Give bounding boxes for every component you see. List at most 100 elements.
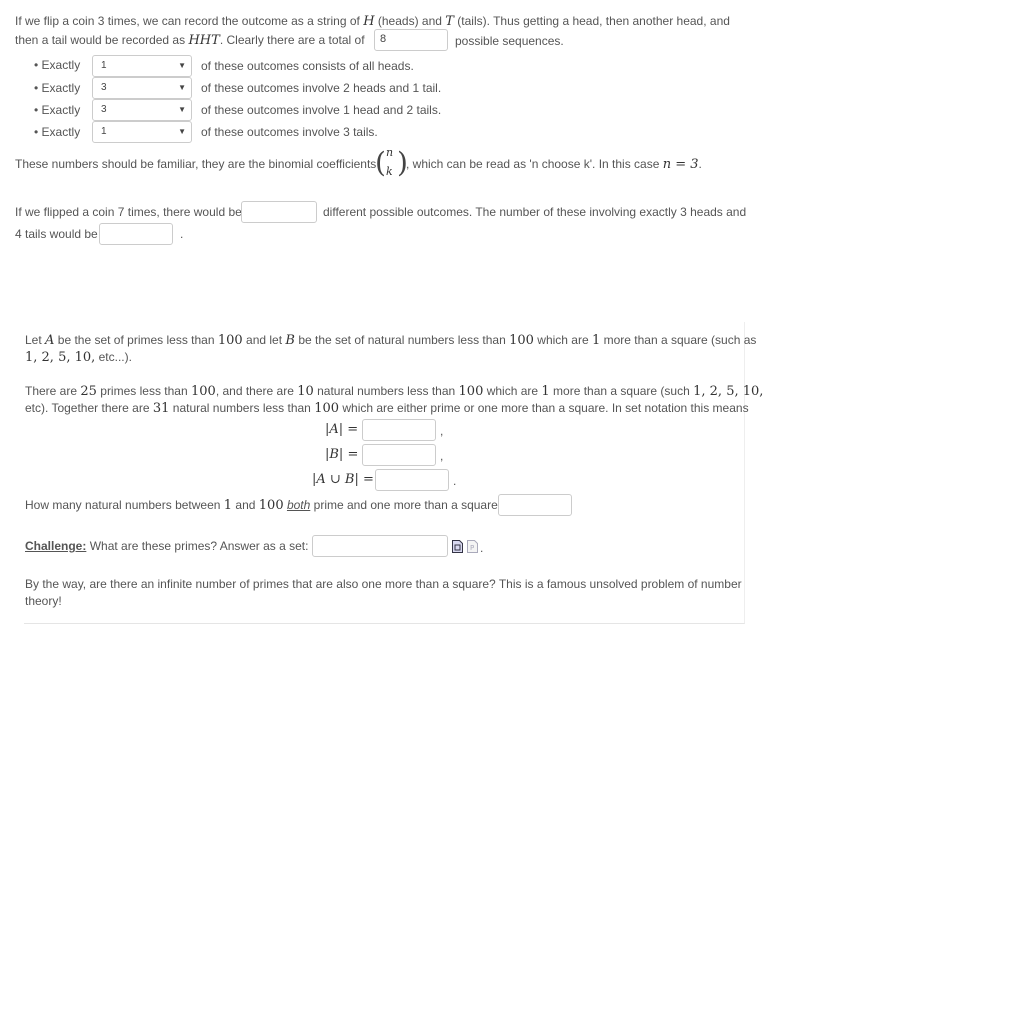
text: . (480, 541, 484, 555)
math-1: 1 (223, 498, 233, 513)
text: If we flipped a coin 7 times, there woul… (15, 205, 242, 219)
text: If we flip a coin 3 times, we can record… (15, 14, 360, 28)
three-heads-input[interactable] (99, 223, 173, 245)
math-10: 10 (297, 384, 314, 399)
text: These numbers should be familiar, they a… (15, 157, 377, 171)
both-question: How many natural numbers between 1 and 1… (25, 498, 504, 513)
math-B: B (285, 333, 295, 348)
text: (tails). Thus getting a head, then anoth… (457, 14, 730, 28)
text: of these outcomes involve 3 tails. (201, 125, 378, 139)
math-k: k (386, 165, 393, 178)
math-1: 1 (541, 384, 550, 399)
text: Let (25, 333, 42, 347)
intro-line-2: then a tail would be recorded as HHT. Cl… (15, 33, 365, 48)
text: be the set of natural numbers less than (298, 333, 506, 347)
math-examples: 1, 2, 5, 10, (25, 350, 96, 365)
math-T: T (445, 14, 454, 29)
math-100: 100 (509, 333, 534, 348)
challenge-question: Challenge: What are these primes? Answer… (25, 539, 308, 553)
text: . (180, 227, 184, 241)
select-value: 3 (101, 82, 107, 93)
bullet-prefix: • Exactly (34, 81, 81, 95)
math-100: 100 (190, 384, 216, 399)
text: then a tail would be recorded as (15, 33, 186, 47)
equation-card-AUB: |A ∪ B| = (312, 472, 374, 487)
text: Exactly (41, 103, 81, 117)
text: natural numbers less than (172, 401, 311, 415)
math-n: n (386, 146, 394, 159)
select-2h1t[interactable]: 3 ▼ (92, 77, 192, 99)
text: Exactly (41, 58, 81, 72)
text: and (235, 498, 256, 512)
text: natural numbers less than (317, 384, 456, 398)
card-A-input[interactable] (362, 419, 436, 441)
preview-icon[interactable]: P (467, 540, 478, 556)
challenge-label: Challenge: (25, 539, 87, 553)
bullet-prefix: • Exactly (34, 58, 81, 72)
card-B-input[interactable] (362, 444, 436, 466)
math-A: A (45, 333, 55, 348)
text: different possible outcomes. The number … (323, 205, 747, 219)
text: There are (25, 384, 78, 398)
text: and let (246, 333, 283, 347)
text: which are (537, 333, 589, 347)
select-1h2t[interactable]: 3 ▼ (92, 99, 192, 121)
text: . (698, 157, 702, 171)
text: of these outcomes involve 1 head and 2 t… (201, 103, 442, 117)
math-n-eq-3: n = 3 (662, 157, 699, 172)
select-3-tails[interactable]: 1 ▼ (92, 121, 192, 143)
text: . Clearly there are a total of (219, 33, 365, 47)
intro-line-1: If we flip a coin 3 times, we can record… (15, 14, 730, 29)
both-count-input[interactable] (498, 494, 572, 516)
text: be the set of primes less than (57, 333, 215, 347)
math-100: 100 (258, 498, 284, 513)
text: prime and one more than a square? (313, 498, 505, 512)
text: which are either prime or one more than … (342, 401, 749, 415)
text: more than a square (such (553, 384, 690, 398)
math-100: 100 (217, 333, 243, 348)
text: of these outcomes involve 2 heads and 1 … (201, 81, 442, 95)
math-1: 1 (592, 333, 601, 348)
math-HHT: HHT (188, 33, 220, 48)
text: possible sequences. (455, 34, 564, 48)
bullet-prefix: • Exactly (34, 125, 81, 139)
dropdown-arrow-icon: ▼ (178, 105, 186, 114)
text: etc). Together there are (25, 401, 150, 415)
math-H: H (363, 14, 375, 29)
svg-text:P: P (470, 544, 474, 552)
math-examples: 1, 2, 5, 10, (693, 384, 764, 399)
bullet-prefix: • Exactly (34, 103, 81, 117)
sets-intro-line-2: 1, 2, 5, 10, etc...). (25, 350, 132, 365)
card-AUB-input[interactable] (375, 469, 449, 491)
equation-editor-icon[interactable] (452, 540, 463, 556)
select-all-heads[interactable]: 1 ▼ (92, 55, 192, 77)
text: Exactly (41, 125, 81, 139)
math-25: 25 (80, 384, 97, 399)
select-value: 1 (101, 126, 107, 137)
equation-card-B: |B| = (325, 447, 359, 462)
text: etc...). (98, 350, 132, 364)
total-sequences-input[interactable]: 8 (374, 29, 448, 51)
sets-intro-line-1: Let A be the set of primes less than 100… (25, 333, 756, 348)
text: more than a square (such as (603, 333, 757, 347)
sets-para-line-1: There are 25 primes less than 100, and t… (25, 384, 763, 399)
math-100: 100 (458, 384, 484, 399)
equation-card-A: |A| = (325, 422, 359, 437)
challenge-set-input[interactable] (312, 535, 448, 557)
text: Exactly (41, 81, 81, 95)
math-31: 31 (152, 401, 170, 416)
text: primes less than (100, 384, 188, 398)
select-value: 1 (101, 60, 107, 71)
outcomes-7-flips-input[interactable] (241, 201, 317, 223)
text: What are these primes? Answer as a set: (89, 539, 309, 553)
sets-para-line-2: etc). Together there are 31 natural numb… (25, 401, 749, 416)
text: , (440, 449, 444, 463)
text: 4 tails would be (15, 227, 98, 241)
text: . (453, 474, 457, 488)
text: How many natural numbers between (25, 498, 221, 512)
math-100: 100 (314, 401, 340, 416)
text: , which can be read as 'n choose k'. In … (406, 157, 660, 171)
text: of these outcomes consists of all heads. (201, 59, 414, 73)
closing-text-line-2: theory! (25, 594, 62, 608)
dropdown-arrow-icon: ▼ (178, 83, 186, 92)
